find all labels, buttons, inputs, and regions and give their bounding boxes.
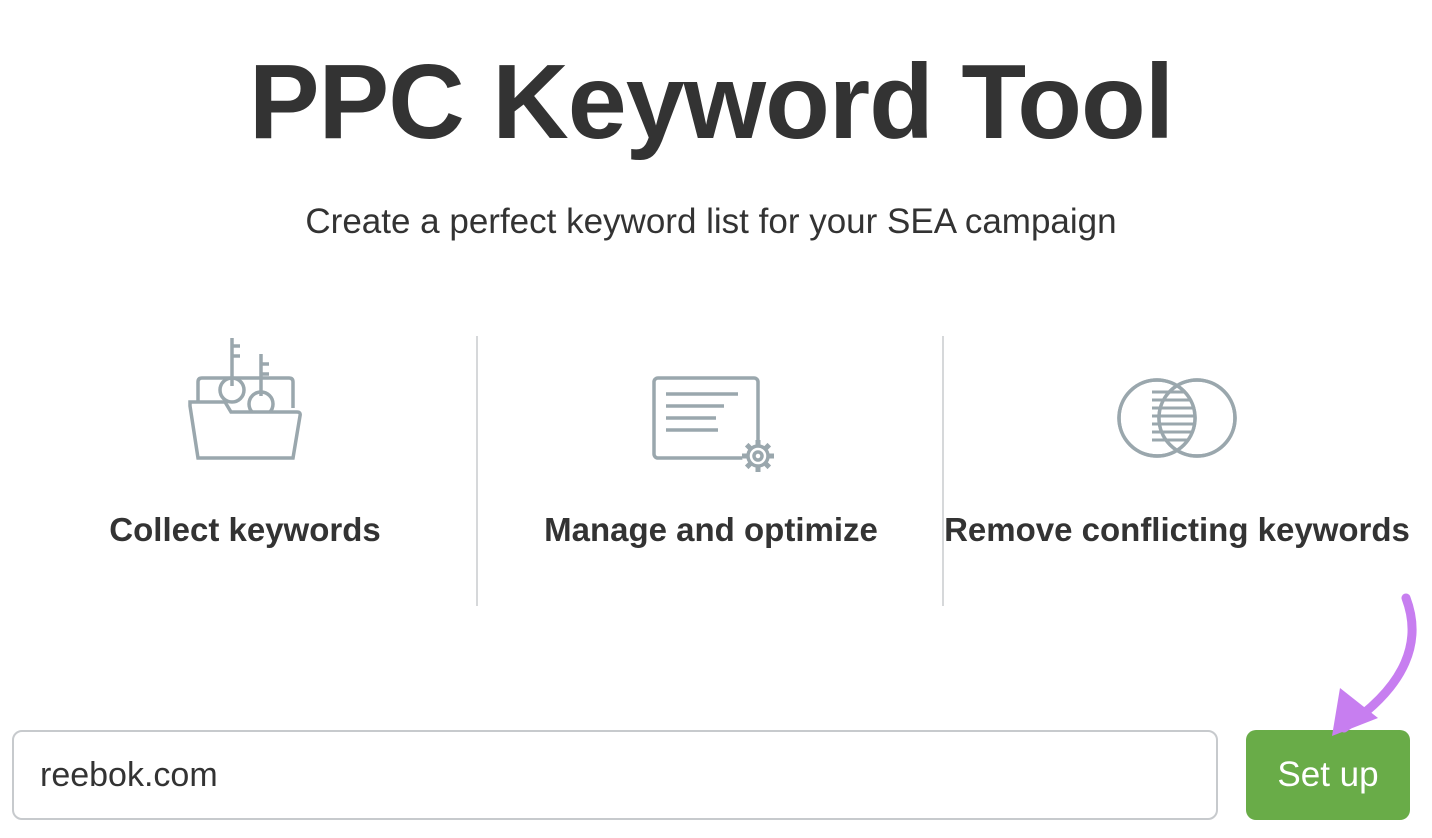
overlapping-circles-icon: [944, 336, 1410, 476]
features-row: Collect keywords Manage and optimize Rem…: [12, 336, 1410, 606]
page-title: PPC Keyword Tool: [248, 43, 1174, 161]
domain-input[interactable]: [12, 730, 1218, 820]
feature-remove-conflicting: Remove conflicting keywords: [944, 336, 1410, 606]
feature-label: Remove conflicting keywords: [944, 511, 1410, 548]
feature-collect-keywords: Collect keywords: [12, 336, 478, 606]
feature-label: Collect keywords: [109, 511, 381, 548]
feature-label: Manage and optimize: [544, 511, 878, 548]
feature-manage-optimize: Manage and optimize: [478, 336, 944, 606]
page-subtitle: Create a perfect keyword list for your S…: [305, 202, 1117, 241]
document-gear-icon: [478, 336, 944, 476]
folder-keys-icon: [12, 336, 478, 476]
pointer-arrow-icon: [1332, 593, 1417, 736]
setup-button[interactable]: Set up: [1246, 730, 1410, 820]
ppc-keyword-tool-page: PPC Keyword Tool Create a perfect keywor…: [0, 0, 1432, 838]
